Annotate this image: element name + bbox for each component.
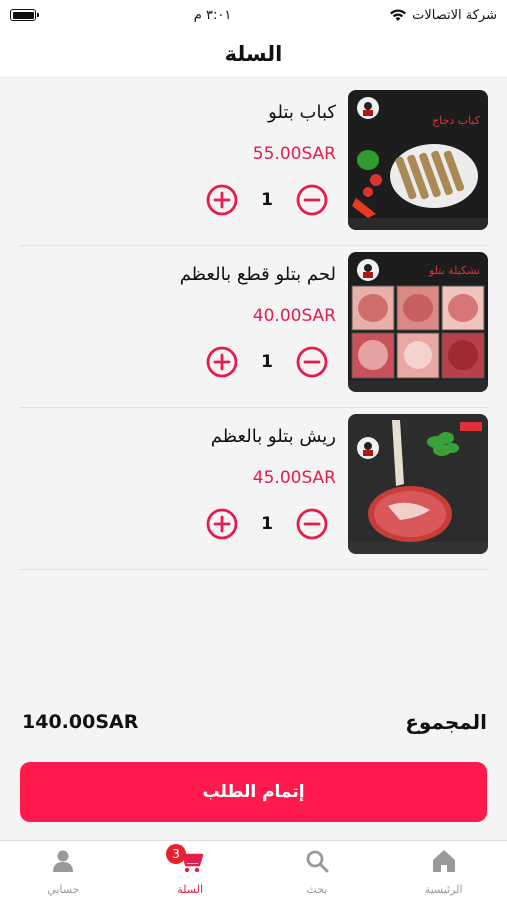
user-icon	[49, 847, 77, 875]
item-price: 45.00SAR	[252, 468, 336, 488]
decrease-quantity-button[interactable]	[296, 508, 328, 540]
order-total: 140.00SAR المجموع	[22, 705, 487, 739]
cart-list: كباب دجاج كباب بتلو 55.00SAR 1 تشكيلة بت…	[20, 84, 488, 570]
tab-home[interactable]: الرئيسية	[380, 841, 507, 900]
tab-label: بحث	[306, 883, 328, 896]
page-title: السلة	[224, 41, 283, 66]
battery-icon	[10, 9, 39, 21]
wifi-icon	[390, 9, 407, 21]
bottom-tab-bar: حسابي 3 السلة بحث الرئيسية	[0, 840, 507, 900]
tab-cart[interactable]: 3 السلة	[127, 841, 254, 900]
tab-label: الرئيسية	[424, 883, 463, 896]
increase-quantity-button[interactable]	[206, 184, 238, 216]
item-price: 40.00SAR	[252, 306, 336, 326]
tab-search[interactable]: بحث	[254, 841, 381, 900]
tomahawk-steak-photo[interactable]	[348, 414, 488, 554]
increase-quantity-button[interactable]	[206, 508, 238, 540]
item-price: 55.00SAR	[252, 144, 336, 164]
cart-item: تشكيلة بتلو لحم بتلو قطع بالعظم 40.00SAR…	[20, 246, 488, 408]
cart-item: كباب دجاج كباب بتلو 55.00SAR 1	[20, 84, 488, 246]
page-header: السلة	[0, 30, 507, 78]
status-bar: ٣:٠١ م شركة الاتصالات	[0, 0, 507, 30]
quantity-stepper: 1	[206, 508, 336, 540]
quantity-stepper: 1	[206, 184, 336, 216]
meat-cuts-photo[interactable]: تشكيلة بتلو	[348, 252, 488, 392]
cart-icon: 3	[166, 844, 204, 875]
item-name: كباب بتلو	[268, 102, 336, 123]
image-caption: كباب دجاج	[432, 114, 481, 127]
status-right: شركة الاتصالات	[389, 8, 497, 23]
kebab-photo[interactable]: كباب دجاج	[348, 90, 488, 230]
total-amount: 140.00SAR	[22, 711, 139, 733]
cart-item-info: كباب بتلو 55.00SAR 1	[20, 90, 348, 216]
quantity-value: 1	[261, 514, 273, 534]
decrease-quantity-button[interactable]	[296, 346, 328, 378]
increase-quantity-button[interactable]	[206, 346, 238, 378]
carrier-name: شركة الاتصالات	[412, 7, 497, 23]
total-label: المجموع	[405, 710, 487, 734]
image-caption: تشكيلة بتلو	[428, 264, 480, 277]
quantity-stepper: 1	[206, 346, 336, 378]
tab-label: السلة	[177, 883, 203, 896]
home-icon	[430, 847, 458, 875]
status-time: ٣:٠١ م	[193, 7, 232, 23]
tab-label: حسابي	[47, 883, 80, 896]
item-name: لحم بتلو قطع بالعظم	[179, 264, 336, 285]
checkout-button[interactable]: إتمام الطلب	[20, 762, 487, 822]
search-icon	[303, 847, 331, 875]
cart-item: ريش بتلو بالعظم 45.00SAR 1	[20, 408, 488, 570]
cart-item-info: ريش بتلو بالعظم 45.00SAR 1	[20, 414, 348, 540]
cart-item-info: لحم بتلو قطع بالعظم 40.00SAR 1	[20, 252, 348, 378]
cart-count-badge: 3	[166, 844, 187, 864]
quantity-value: 1	[261, 190, 273, 210]
decrease-quantity-button[interactable]	[296, 184, 328, 216]
item-name: ريش بتلو بالعظم	[210, 426, 336, 447]
quantity-value: 1	[261, 352, 273, 372]
tab-account[interactable]: حسابي	[0, 841, 127, 900]
